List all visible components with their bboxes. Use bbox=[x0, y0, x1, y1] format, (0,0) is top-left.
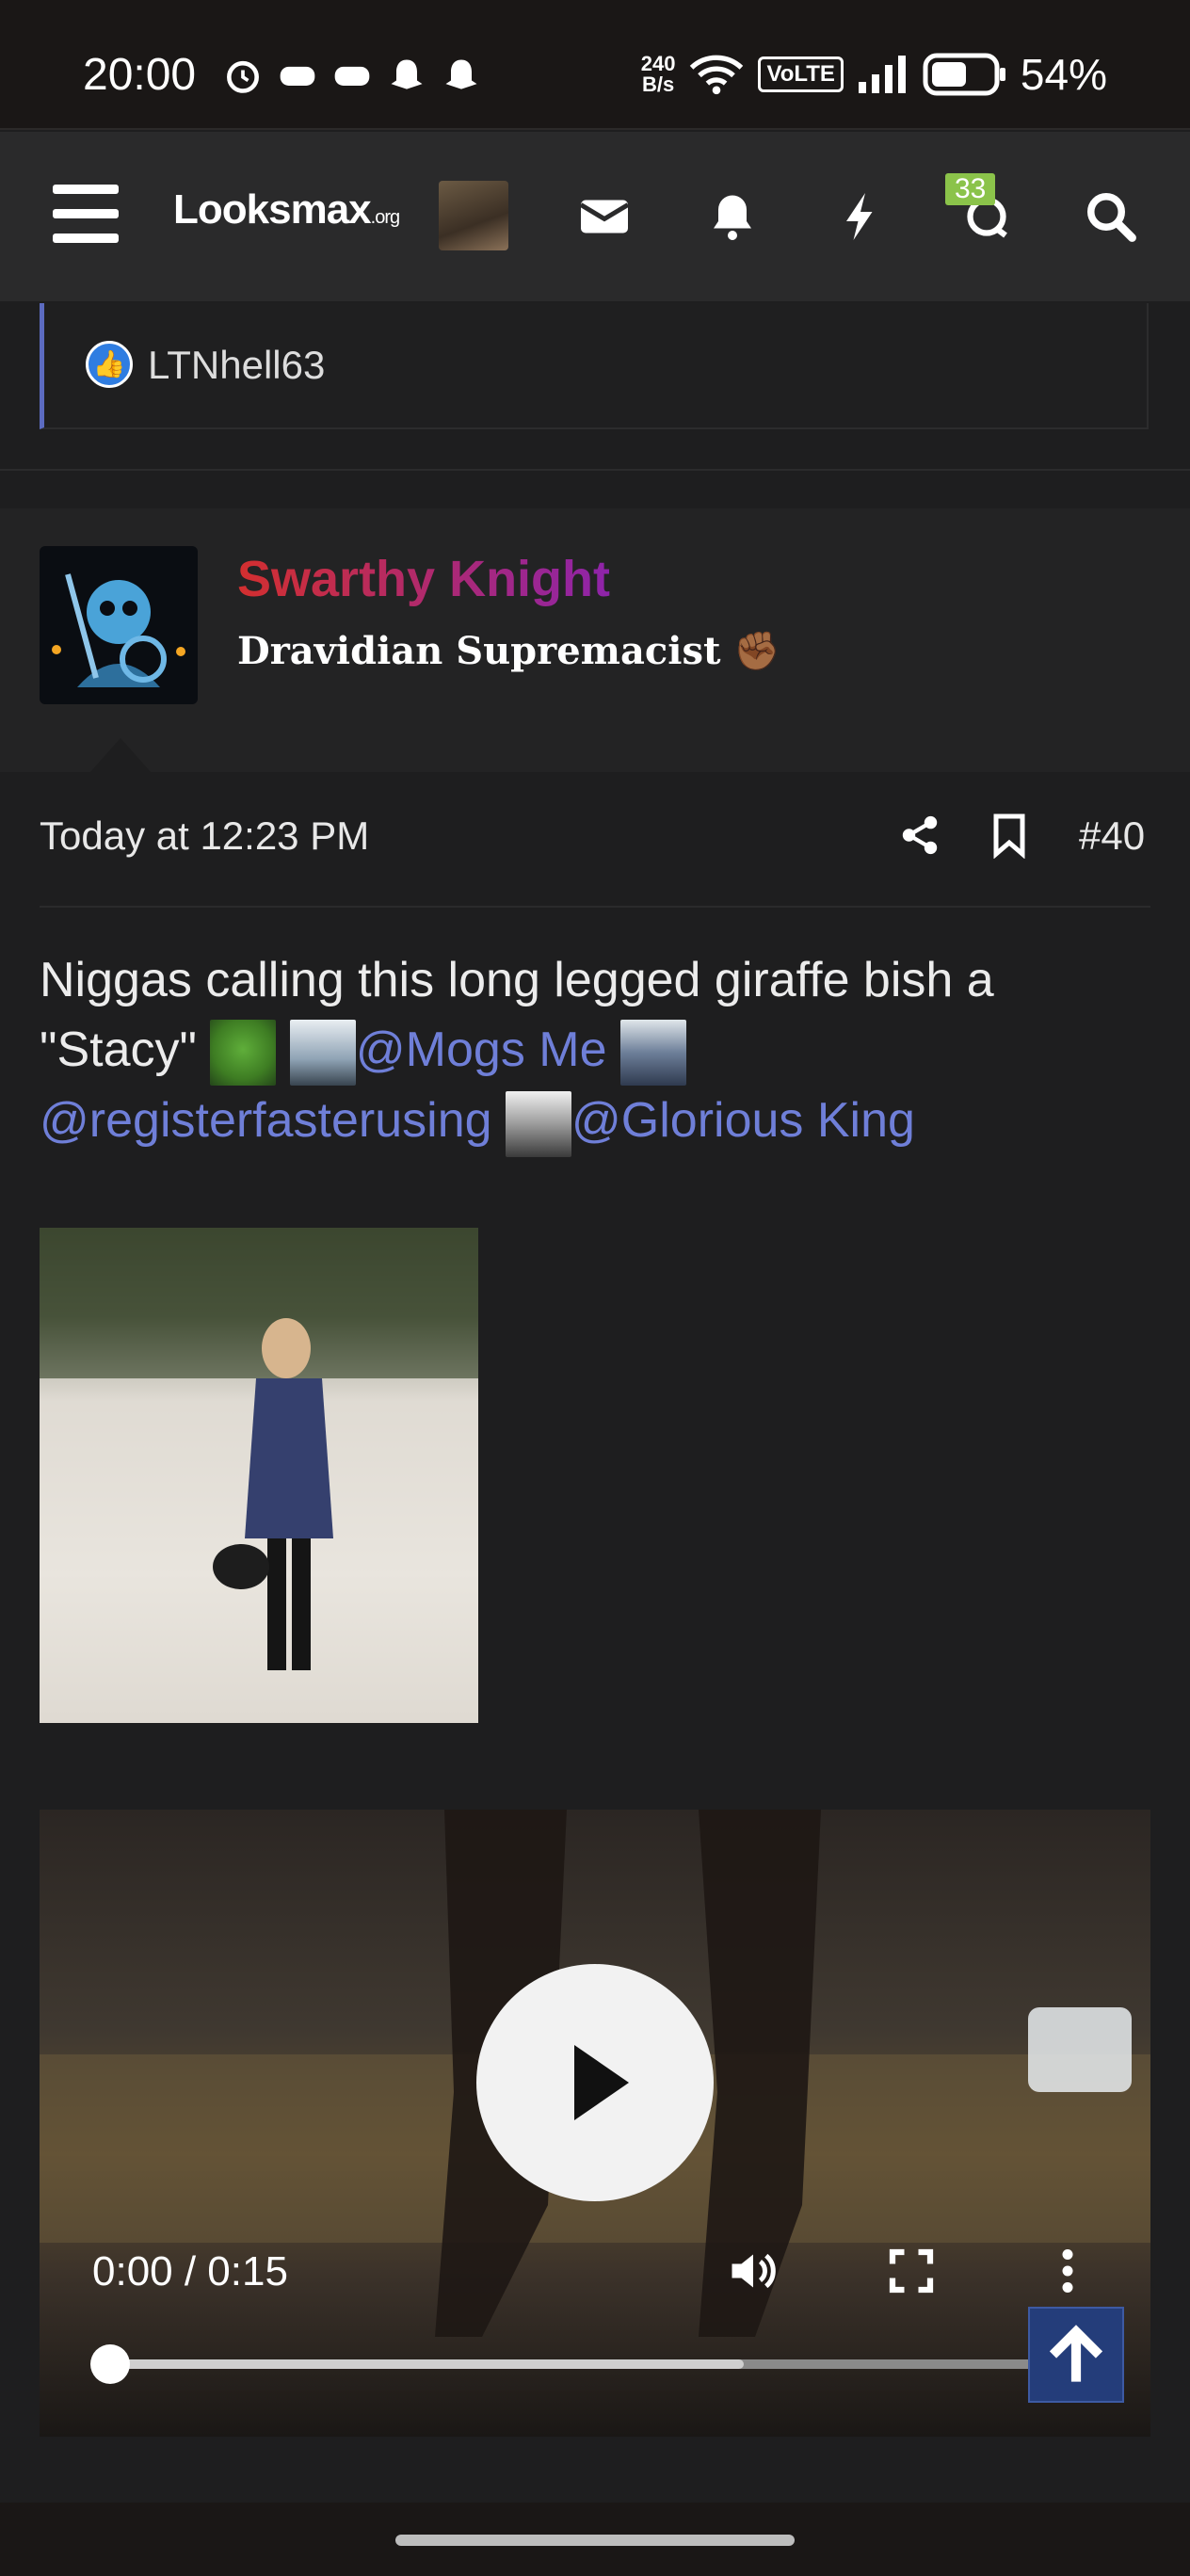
post-body: Niggas calling this long legged giraffe … bbox=[40, 945, 1150, 1157]
more-options-icon[interactable] bbox=[1039, 2243, 1096, 2299]
system-nav-bar bbox=[0, 2503, 1190, 2576]
pepe-emoji-icon bbox=[210, 1020, 277, 1087]
scroll-to-top-button[interactable] bbox=[1028, 2307, 1124, 2403]
video-progress-track[interactable] bbox=[111, 2359, 1085, 2369]
mention-avatar-1 bbox=[289, 1020, 356, 1087]
post-number[interactable]: #40 bbox=[1079, 813, 1145, 859]
runway-model-image bbox=[40, 1228, 478, 1723]
reactions-bar[interactable]: 👍 LTNhell63 bbox=[40, 303, 1149, 429]
envelope-icon[interactable] bbox=[576, 188, 633, 245]
battery-percent: 54% bbox=[1020, 50, 1107, 99]
network-speed: 240 B/s bbox=[641, 54, 676, 95]
arrow-up-icon bbox=[1049, 2325, 1103, 2382]
game-controller-icon bbox=[280, 66, 315, 86]
video-time: 0:00 / 0:15 bbox=[92, 2248, 288, 2294]
game-controller-icon bbox=[334, 66, 370, 86]
battery-icon bbox=[923, 53, 1005, 96]
mention-link[interactable]: @registerfasterusing bbox=[40, 1093, 492, 1148]
video-player[interactable]: 0:00 / 0:15 bbox=[40, 1810, 1150, 2437]
menu-icon[interactable] bbox=[53, 185, 119, 243]
network-speed-unit: B/s bbox=[642, 72, 675, 96]
status-bar: 20:00 240 B/s VoLTE 54% bbox=[0, 0, 1190, 130]
post-author-header: Swarthy Knight Dravidian Supremacist ✊🏾 bbox=[0, 508, 1190, 772]
status-system-icons: 240 B/s VoLTE 54% bbox=[641, 49, 1107, 100]
status-notification-icons bbox=[222, 55, 482, 96]
divider bbox=[0, 469, 1190, 471]
wifi-icon bbox=[690, 55, 744, 95]
video-buffered-bar bbox=[111, 2359, 745, 2369]
reaction-username[interactable]: LTNhell63 bbox=[148, 343, 325, 388]
play-button[interactable] bbox=[476, 1964, 714, 2201]
volte-indicator: VoLTE bbox=[758, 56, 844, 92]
post-timestamp[interactable]: Today at 12:23 PM bbox=[40, 813, 369, 859]
author-username[interactable]: Swarthy Knight bbox=[237, 550, 610, 608]
ghost-icon bbox=[445, 59, 477, 89]
mention-link[interactable]: @Mogs Me bbox=[356, 1022, 607, 1077]
ghost-icon bbox=[391, 59, 423, 89]
mention-avatar-2 bbox=[619, 1020, 686, 1087]
fullscreen-icon[interactable] bbox=[883, 2243, 940, 2299]
like-icon: 👍 bbox=[86, 341, 133, 388]
network-speed-value: 240 bbox=[640, 52, 676, 75]
divider bbox=[40, 906, 1150, 908]
mention-avatar-3 bbox=[506, 1090, 571, 1157]
bookmark-icon[interactable] bbox=[990, 812, 1028, 859]
share-icon[interactable] bbox=[898, 812, 941, 859]
user-avatar[interactable] bbox=[439, 181, 508, 250]
search-icon[interactable] bbox=[1083, 188, 1139, 245]
bolt-icon[interactable] bbox=[832, 188, 889, 245]
alarm-icon bbox=[227, 60, 259, 93]
site-logo[interactable]: Looksmax.org bbox=[173, 186, 400, 233]
header-caret bbox=[90, 738, 151, 772]
notification-badge: 33 bbox=[945, 173, 996, 205]
author-title: Dravidian Supremacist ✊🏾 bbox=[237, 629, 781, 673]
signal-icon bbox=[858, 56, 906, 93]
video-scrubber[interactable] bbox=[90, 2344, 130, 2384]
logo-suffix: .org bbox=[370, 207, 400, 228]
author-avatar[interactable] bbox=[40, 546, 198, 704]
volume-icon[interactable] bbox=[725, 2243, 781, 2299]
logo-text: Looksmax bbox=[173, 186, 372, 233]
post-gif-image[interactable] bbox=[40, 1228, 478, 1723]
home-gesture-bar[interactable] bbox=[395, 2535, 795, 2546]
bell-icon[interactable] bbox=[704, 188, 761, 245]
mention-link[interactable]: @Glorious King bbox=[571, 1093, 915, 1148]
reaper-skull-icon bbox=[52, 573, 185, 687]
app-header: Looksmax.org 33 bbox=[0, 132, 1190, 301]
status-time: 20:00 bbox=[83, 50, 197, 100]
